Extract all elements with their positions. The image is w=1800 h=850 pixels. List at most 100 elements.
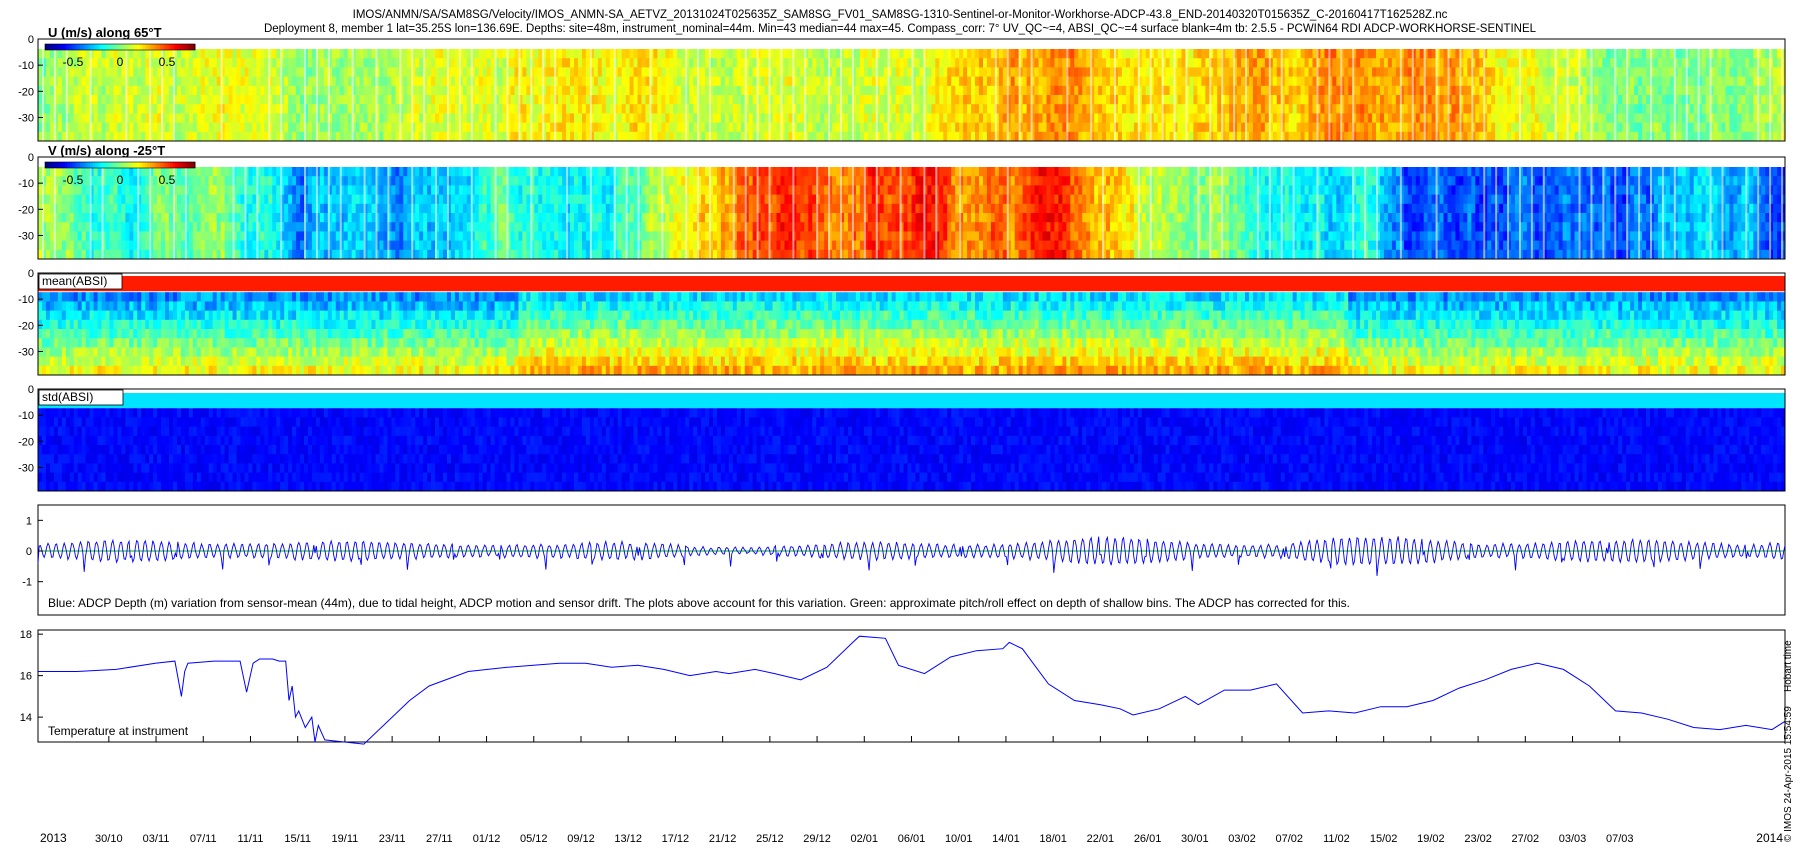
heatmap-cell [391,49,396,59]
heatmap-cell [510,95,515,105]
heatmap-cell [526,76,531,87]
heatmap-cell [474,113,480,124]
heatmap-cell [1376,104,1381,114]
heatmap-cell [1689,85,1695,96]
heatmap-cell [919,104,924,114]
heatmap-cell [45,122,51,133]
heatmap-cell [38,131,43,142]
heatmap-cell [740,113,746,124]
heatmap-cell [1646,122,1651,133]
heatmap-cell [605,95,611,105]
heatmap-cell [403,104,408,114]
heatmap-cell [625,131,630,142]
heatmap-cell [820,85,825,96]
heatmap-gap [1650,49,1652,141]
heatmap-cell [1403,113,1409,124]
heatmap-cell [1737,95,1742,105]
heatmap-cell [1304,95,1309,105]
heatmap-cell [955,122,960,133]
heatmap-cell [208,122,214,133]
heatmap-cell [1002,67,1008,78]
heatmap-cell [1642,76,1647,87]
heatmap-cell [907,85,912,96]
heatmap-cell [585,85,591,96]
heatmap-cell [196,95,202,105]
heatmap-cell [1213,58,1218,68]
heatmap-cell [109,249,114,260]
heatmap-cell [1479,49,1484,59]
heatmap-cell [863,95,869,105]
heatmap-cell [812,122,817,133]
heatmap-cell [1542,85,1548,96]
heatmap-cell [581,113,587,124]
heatmap-cell [1197,49,1202,59]
heatmap-cell [228,95,233,105]
heatmap-cell [796,95,801,105]
heatmap-cell [1630,76,1635,87]
heatmap-cell [1717,76,1722,87]
heatmap-cell [93,240,98,251]
heatmap-gap [1614,49,1617,141]
heatmap-cell [577,76,583,87]
heatmap-cell [1713,67,1718,78]
heatmap-cell [431,113,436,124]
heatmap-cell [899,85,904,96]
heatmap-cell [963,58,968,68]
heatmap-cell [248,67,253,78]
heatmap-cell [435,49,440,59]
heatmap-cell [1415,76,1421,87]
heatmap-cell [728,104,734,114]
heatmap-cell [1042,104,1047,114]
heatmap-cell [824,85,829,96]
heatmap-cell [73,240,79,251]
heatmap-cell [419,85,424,96]
heatmap-cell [510,104,515,114]
heatmap-cell [566,58,571,68]
heatmap-cell [101,104,106,114]
heatmap-cell [105,194,110,205]
heatmap-gap [53,167,56,259]
heatmap-cell [617,113,623,124]
heatmap-cell [93,95,98,105]
heatmap-cell [526,113,531,124]
heatmap-cell [379,122,384,133]
heatmap-cell [883,131,889,142]
heatmap-cell [85,213,91,223]
heatmap-cell [49,104,55,114]
heatmap-cell [558,95,563,105]
heatmap-cell [1403,85,1409,96]
heatmap-cell [1507,131,1512,142]
heatmap-cell [1737,113,1742,124]
heatmap-cell [129,185,134,196]
heatmap-cell [546,104,551,114]
heatmap-cell [248,49,253,59]
heatmap-cell [931,131,936,142]
heatmap-cell [836,67,841,78]
heatmap-cell [1562,113,1568,124]
heatmap-cell [256,85,261,96]
heatmap-cell [371,95,376,105]
heatmap-cell [621,58,627,68]
heatmap-cell [208,76,214,87]
heatmap-cell [844,113,849,124]
heatmap-cell [816,131,821,142]
heatmap-cell [1443,113,1448,124]
heatmap-cell [986,104,992,114]
heatmap-cell [526,49,531,59]
heatmap-cell [935,58,940,68]
heatmap-cell [188,113,194,124]
heatmap-cell [97,222,102,232]
heatmap-cell [820,113,825,124]
heatmap-cell [1217,122,1222,133]
heatmap-cell [943,113,948,124]
heatmap-cell [1665,49,1671,59]
heatmap-cell [748,49,754,59]
heatmap-cell [943,76,948,87]
heatmap-cell [522,104,527,114]
heatmap-cell [69,222,75,232]
heatmap-cell [1229,76,1234,87]
heatmap-cell [1014,131,1020,142]
heatmap-cell [1646,67,1651,78]
heatmap-cell [1606,76,1611,87]
heatmap-cell [502,95,507,105]
